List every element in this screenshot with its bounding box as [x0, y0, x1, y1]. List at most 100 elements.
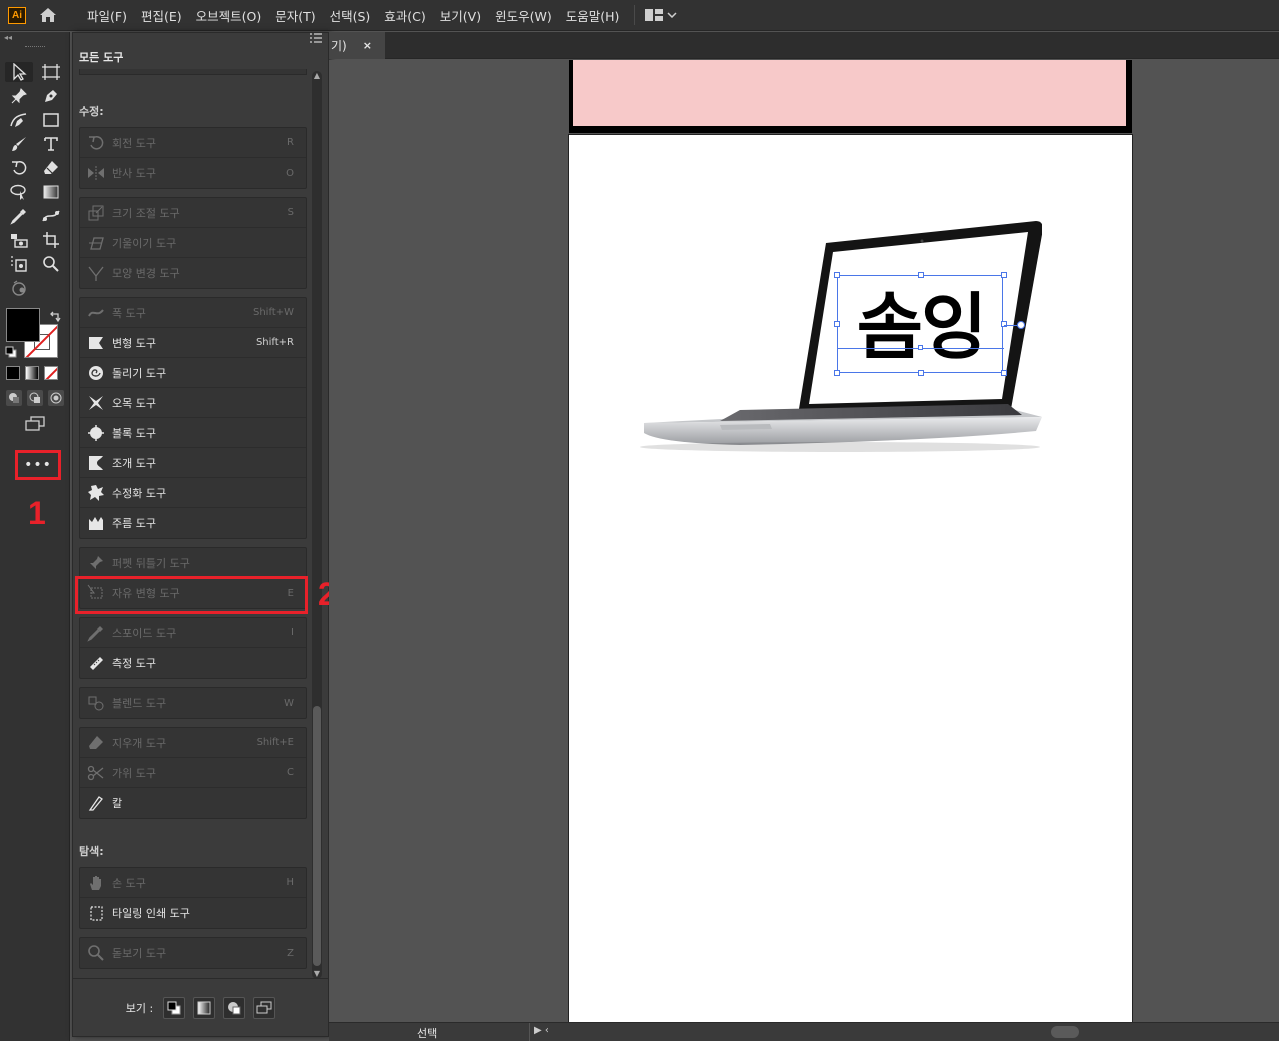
swap-fill-stroke-icon[interactable] — [48, 310, 62, 324]
menu-item[interactable]: 파일(F) — [80, 6, 134, 25]
default-fill-stroke-icon[interactable] — [5, 346, 17, 358]
view-draw-mode-button[interactable] — [223, 996, 246, 1019]
canvas[interactable]: 솜잉 — [329, 60, 1279, 1024]
workspace-layout-icon — [645, 9, 664, 21]
text-object-selection[interactable]: 솜잉 — [834, 272, 1025, 376]
status-nav-arrows-icon[interactable]: ▶ ‹ — [534, 1025, 549, 1036]
pink-rectangle[interactable] — [573, 60, 1126, 126]
selection-handle[interactable] — [834, 272, 840, 278]
workspace-switcher[interactable] — [645, 9, 677, 21]
menu-item[interactable]: 도움말(H) — [559, 6, 627, 25]
rotate-tool-icon[interactable] — [5, 158, 33, 178]
artboard-tool-icon[interactable] — [37, 62, 65, 82]
pin-tool-icon[interactable] — [5, 86, 33, 106]
view-fill-stroke-button[interactable] — [163, 996, 186, 1019]
collapse-toolbar-button[interactable]: ◂◂ — [0, 32, 69, 42]
tool-row[interactable]: 블렌드 도구 W — [80, 688, 306, 718]
artboard[interactable]: 솜잉 — [568, 134, 1133, 1024]
fill-swatch[interactable] — [6, 308, 40, 342]
menu-item[interactable]: 오브젝트(O) — [189, 6, 269, 25]
document-tab[interactable]: 기) × — [329, 32, 385, 59]
tool-row[interactable]: 돌리기 도구 — [80, 358, 306, 388]
selection-handle[interactable] — [1001, 370, 1007, 376]
panel-scrollbar[interactable]: ▲ ▼ — [312, 71, 322, 979]
selection-handle[interactable] — [1001, 321, 1007, 327]
tool-row[interactable]: 지우개 도구 Shift+E — [80, 728, 306, 758]
tool-row[interactable]: 스포이드 도구 I — [80, 618, 306, 648]
pen-tool-icon[interactable] — [37, 86, 65, 106]
menu-item[interactable]: 문자(T) — [268, 6, 322, 25]
tool-row[interactable]: 측정 도구 — [80, 648, 306, 678]
selection-handle[interactable] — [1001, 272, 1007, 278]
rotate-icon — [86, 134, 106, 152]
tool-row[interactable]: 폭 도구 Shift+W — [80, 298, 306, 328]
tool-row[interactable]: 볼록 도구 — [80, 418, 306, 448]
tool-row[interactable]: 크기 조절 도구 S — [80, 198, 306, 228]
crop-tool-icon[interactable] — [37, 230, 65, 250]
tool-row[interactable]: 회전 도구 R — [80, 128, 306, 158]
color-mode-button[interactable] — [6, 366, 20, 380]
menu-item[interactable]: 보기(V) — [433, 6, 488, 25]
tool-row[interactable]: 손 도구 H — [80, 868, 306, 898]
tool-row[interactable]: 기울이기 도구 — [80, 228, 306, 258]
view-gradient-button[interactable] — [193, 996, 216, 1019]
selection-handle[interactable] — [834, 370, 840, 376]
tool-name: 반사 도구 — [112, 167, 156, 180]
selection-handle[interactable] — [918, 370, 924, 376]
menu-item[interactable]: 편집(E) — [134, 6, 189, 25]
home-icon[interactable] — [38, 5, 58, 25]
tool-row[interactable]: 가위 도구 C — [80, 758, 306, 788]
lasso-tool-icon[interactable] — [5, 182, 33, 202]
symbol-sprayer-tool-icon[interactable] — [5, 230, 33, 250]
panel-menu-icon[interactable] — [310, 33, 322, 43]
horizontal-scroll-thumb[interactable] — [1051, 1026, 1079, 1038]
tool-row[interactable]: 조개 도구 — [80, 448, 306, 478]
tool-row[interactable]: 돋보기 도구 Z — [80, 938, 306, 968]
zoom-tool-icon[interactable] — [37, 254, 65, 274]
tool-row[interactable]: 주름 도구 — [80, 508, 306, 538]
gradient-tool-icon[interactable] — [37, 182, 65, 202]
tool-name: 기울이기 도구 — [112, 236, 177, 250]
selection-handle[interactable] — [834, 321, 840, 327]
paintbrush-tool-icon[interactable] — [5, 134, 33, 154]
gradient-mode-button[interactable] — [25, 366, 39, 380]
eraser-tool-icon[interactable] — [37, 158, 65, 178]
screen-mode-icon[interactable] — [0, 416, 70, 432]
eyedropper-tool-icon[interactable] — [5, 206, 33, 226]
none-mode-button[interactable] — [44, 366, 58, 380]
view-screen-mode-button[interactable] — [253, 996, 276, 1019]
tool-row[interactable]: 타일링 인쇄 도구 — [80, 898, 306, 928]
shear-icon — [86, 234, 106, 252]
tool-row[interactable]: 변형 도구 Shift+R — [80, 328, 306, 358]
tool-name: 변형 도구 — [112, 336, 156, 350]
close-icon[interactable]: × — [363, 39, 372, 52]
menu-item[interactable]: 선택(S) — [323, 6, 378, 25]
menu-item[interactable]: 윈도우(W) — [488, 6, 559, 25]
tool-row[interactable]: 오목 도구 — [80, 388, 306, 418]
measure-icon — [86, 654, 106, 672]
tool-name: 주름 도구 — [112, 517, 156, 530]
scroll-up-icon[interactable]: ▲ — [312, 71, 322, 81]
tool-row[interactable]: 퍼펫 뒤틀기 도구 — [80, 548, 306, 578]
edit-toolbar-button[interactable]: ••• — [15, 450, 61, 480]
toolbar-grip[interactable] — [0, 42, 69, 50]
blend-tool-icon[interactable] — [37, 206, 65, 226]
draw-inside-icon[interactable] — [48, 390, 64, 406]
edit-toolbar-icon[interactable] — [5, 278, 33, 298]
selection-handle[interactable] — [918, 272, 924, 278]
tool-row[interactable]: 칼 — [80, 788, 306, 818]
tool-row[interactable]: 반사 도구 O — [80, 158, 306, 188]
scroll-thumb[interactable] — [313, 706, 321, 966]
print-tiling-tool-icon[interactable] — [5, 254, 33, 274]
menu-item[interactable]: 효과(C) — [377, 6, 432, 25]
draw-behind-icon[interactable] — [27, 390, 43, 406]
type-tool-icon[interactable] — [37, 134, 65, 154]
rectangle-tool-icon[interactable] — [37, 110, 65, 130]
screen-text[interactable]: 솜잉 — [838, 268, 1004, 373]
tool-row[interactable]: 수정화 도구 — [80, 478, 306, 508]
selection-tool-icon[interactable] — [5, 62, 33, 82]
draw-normal-icon[interactable] — [6, 390, 22, 406]
text-out-port[interactable] — [1017, 321, 1025, 329]
tool-row[interactable]: 모양 변경 도구 — [80, 258, 306, 288]
curvature-tool-icon[interactable] — [5, 110, 33, 130]
